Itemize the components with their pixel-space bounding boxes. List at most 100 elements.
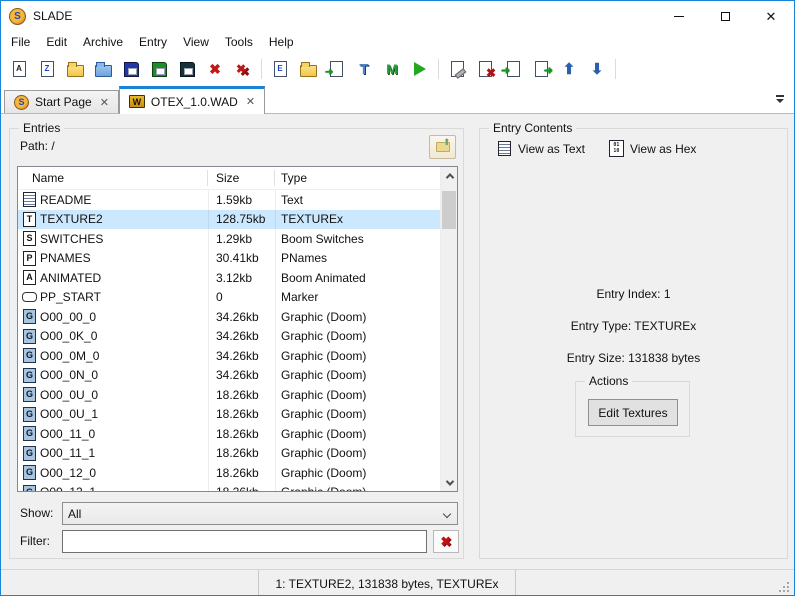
- entry-row[interactable]: O00_0N_0 34.26kb Graphic (Doom): [18, 366, 440, 386]
- entry-row[interactable]: O00_00_0 34.26kb Graphic (Doom): [18, 307, 440, 327]
- entry-name: ANIMATED: [40, 270, 102, 285]
- save-archive-as-button[interactable]: [147, 57, 171, 81]
- hex-digits-icon: [609, 141, 624, 156]
- graphic-entry-icon: [22, 407, 37, 422]
- resize-grip[interactable]: [779, 582, 791, 594]
- view-as-text-button[interactable]: View as Text: [494, 139, 588, 158]
- pnames-entry-icon: [22, 251, 37, 266]
- import-entry-button[interactable]: [501, 57, 525, 81]
- entry-type: Graphic (Doom): [275, 485, 440, 491]
- close-icon: ✕: [765, 8, 777, 24]
- entry-row[interactable]: O00_11_1 18.26kb Graphic (Doom): [18, 444, 440, 464]
- entry-name: O00_0K_0: [40, 329, 98, 344]
- status-section-left: [1, 570, 259, 595]
- text-document-icon: [497, 141, 512, 156]
- text-entry-icon: [22, 192, 37, 207]
- graphic-entry-icon: [22, 368, 37, 383]
- open-parent-folder-button[interactable]: [429, 135, 456, 159]
- column-header-size[interactable]: Size: [208, 170, 275, 186]
- entry-name: README: [40, 192, 92, 207]
- tools-menu-item[interactable]: Tools: [217, 32, 261, 52]
- tab-list-dropdown-icon[interactable]: [775, 94, 785, 104]
- save-archive-as-icon: [150, 60, 168, 78]
- close-button[interactable]: ✕: [748, 1, 794, 31]
- move-up-button[interactable]: [557, 57, 581, 81]
- new-directory-button[interactable]: [296, 57, 320, 81]
- move-down-button[interactable]: [585, 57, 609, 81]
- animated-entry-icon: [22, 270, 37, 285]
- entry-size: 34.26kb: [216, 368, 259, 383]
- open-archive-button[interactable]: [63, 57, 87, 81]
- entries-panel: Entries Path: / Name Size Type README: [9, 121, 464, 559]
- export-entry-button[interactable]: [529, 57, 553, 81]
- column-header-name[interactable]: Name: [18, 170, 208, 186]
- new-wad-button[interactable]: [7, 57, 31, 81]
- entry-list: Name Size Type README 1.59kb Text T TEXT…: [17, 166, 458, 492]
- entry-row[interactable]: README 1.59kb Text: [18, 190, 440, 210]
- map-editor-button[interactable]: [380, 57, 404, 81]
- view-menu-item[interactable]: View: [175, 32, 217, 52]
- open-directory-button[interactable]: [91, 57, 115, 81]
- tab-start-page[interactable]: Start Page ✕: [4, 90, 119, 113]
- entry-row[interactable]: O00_12_0 18.26kb Graphic (Doom): [18, 463, 440, 483]
- entry-type-text: Entry Type: TEXTUREx: [570, 319, 697, 333]
- rename-entry-button[interactable]: [445, 57, 469, 81]
- entry-row[interactable]: PNAMES 30.41kb PNames: [18, 249, 440, 269]
- new-zip-button[interactable]: [35, 57, 59, 81]
- entry-menu-item[interactable]: Entry: [131, 32, 175, 52]
- new-entry-icon: [271, 60, 289, 78]
- close-all-button[interactable]: [231, 57, 255, 81]
- edit-textures-button[interactable]: Edit Textures: [588, 399, 678, 426]
- import-entry-icon: [501, 60, 522, 78]
- entry-name: SWITCHES: [40, 231, 104, 246]
- edit-menu-item[interactable]: Edit: [38, 32, 75, 52]
- entry-row[interactable]: TEXTURE2 128.75kb TEXTUREx: [18, 209, 440, 229]
- new-entry-button[interactable]: [268, 57, 292, 81]
- entry-row[interactable]: O00_0M_0 34.26kb Graphic (Doom): [18, 346, 440, 366]
- window-controls: ✕: [656, 1, 794, 31]
- scroll-up-button[interactable]: [441, 167, 457, 184]
- help-menu-item[interactable]: Help: [261, 32, 302, 52]
- clear-filter-button[interactable]: [433, 530, 459, 553]
- entry-row[interactable]: O00_0U_0 18.26kb Graphic (Doom): [18, 385, 440, 405]
- entry-row[interactable]: O00_12_1 18.26kb Graphic (Doom): [18, 483, 440, 491]
- show-filter-dropdown[interactable]: All: [62, 502, 458, 525]
- entry-row[interactable]: PP_START 0 Marker: [18, 288, 440, 308]
- save-all-button[interactable]: [175, 57, 199, 81]
- entry-type: Graphic (Doom): [281, 309, 367, 324]
- entry-row[interactable]: O00_0U_1 18.26kb Graphic (Doom): [18, 405, 440, 425]
- column-header-type[interactable]: Type: [275, 170, 440, 186]
- tab-close-icon[interactable]: ✕: [246, 95, 255, 108]
- save-archive-button[interactable]: [119, 57, 143, 81]
- tab-otex-wad[interactable]: OTEX_1.0.WAD ✕: [118, 86, 266, 114]
- filter-input[interactable]: [62, 530, 427, 553]
- entry-row[interactable]: O00_11_0 18.26kb Graphic (Doom): [18, 424, 440, 444]
- archive-menu-item[interactable]: Archive: [75, 32, 131, 52]
- view-as-hex-button[interactable]: View as Hex: [606, 139, 699, 158]
- run-archive-button[interactable]: [408, 57, 432, 81]
- scroll-down-button[interactable]: [441, 474, 457, 491]
- vertical-scrollbar[interactable]: [440, 167, 457, 491]
- entry-row[interactable]: O00_0K_0 34.26kb Graphic (Doom): [18, 327, 440, 347]
- entry-type: Graphic (Doom): [281, 407, 367, 422]
- import-files-button[interactable]: [324, 57, 348, 81]
- file-menu-item[interactable]: File: [3, 32, 38, 52]
- texture-editor-button[interactable]: [352, 57, 376, 81]
- tab-close-icon[interactable]: ✕: [100, 96, 109, 109]
- scrollbar-thumb[interactable]: [442, 191, 456, 229]
- switches-entry-icon: [22, 231, 37, 246]
- path-label: Path: /: [20, 139, 55, 153]
- toolbar-separator: [615, 59, 616, 79]
- delete-entry-button[interactable]: [473, 57, 497, 81]
- minimize-button[interactable]: [656, 1, 702, 31]
- maximize-button[interactable]: [702, 1, 748, 31]
- rename-entry-icon: [448, 60, 466, 78]
- entry-row[interactable]: ANIMATED 3.12kb Boom Animated: [18, 268, 440, 288]
- import-files-icon: [325, 60, 345, 78]
- move-down-icon: [588, 60, 606, 78]
- entry-type: Graphic (Doom): [281, 387, 367, 402]
- entry-type: Boom Animated: [281, 270, 366, 285]
- tab-label: Start Page: [35, 95, 92, 109]
- entry-row[interactable]: SWITCHES 1.29kb Boom Switches: [18, 229, 440, 249]
- close-archive-button[interactable]: [203, 57, 227, 81]
